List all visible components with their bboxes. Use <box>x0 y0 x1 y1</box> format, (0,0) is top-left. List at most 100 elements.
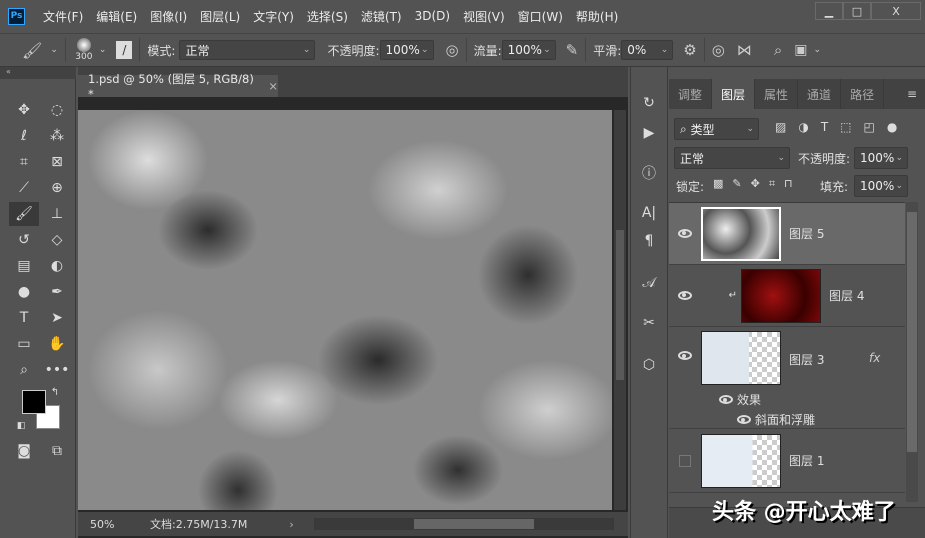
menu-help[interactable]: 帮助(H) <box>576 8 618 25</box>
3d-cube-icon[interactable]: ⬡ <box>638 354 660 376</box>
maximize-button[interactable]: □ <box>843 2 871 20</box>
dodge-tool-icon[interactable]: ● <box>13 281 35 303</box>
quick-mask-icon[interactable]: ◙ <box>13 440 35 462</box>
chevron-down-icon[interactable]: ⌄ <box>813 45 821 55</box>
document-tab[interactable]: 1.psd @ 50% (图层 5, RGB/8) * × <box>78 72 278 101</box>
frame-tool-icon[interactable]: ⊠ <box>46 151 68 173</box>
magic-wand-icon[interactable]: ⁂ <box>46 125 68 147</box>
crop-tool-icon[interactable]: ⌗ <box>13 151 35 173</box>
blur-tool-icon[interactable]: ◐ <box>46 255 68 277</box>
chevron-down-icon[interactable]: ⌄ <box>99 45 107 55</box>
shape-filter-icon[interactable]: ⬚ <box>840 120 851 134</box>
blend-mode-select[interactable]: 正常 ⌄ <box>674 147 790 169</box>
visibility-eye-icon[interactable] <box>719 395 733 404</box>
type-tool-icon[interactable]: T <box>13 307 35 329</box>
brush-tool-icon[interactable]: 🖌 <box>9 202 39 226</box>
eraser-icon[interactable]: ◇ <box>46 229 68 251</box>
layers-scrollbar[interactable] <box>906 202 918 502</box>
fx-icon[interactable]: fx <box>869 351 880 365</box>
menu-edit[interactable]: 编辑(E) <box>96 8 137 25</box>
menu-layer[interactable]: 图层(L) <box>200 8 240 25</box>
zoom-tool-icon[interactable]: ⌕ <box>13 359 35 381</box>
lock-pixels-icon[interactable]: ✎ <box>732 177 741 191</box>
search-icon[interactable]: ⌕ <box>774 41 782 59</box>
spot-healing-icon[interactable]: ⊕ <box>46 177 68 199</box>
screen-mode-icon[interactable]: ⧉ <box>46 440 68 462</box>
layer-row-5[interactable]: 图层 5 <box>669 203 905 265</box>
gradient-tool-icon[interactable]: ▤ <box>13 255 35 277</box>
lock-position-icon[interactable]: ✥ <box>751 177 760 191</box>
pressure-opacity-icon[interactable]: ◎ <box>446 41 459 59</box>
hand-tool-icon[interactable]: ✋ <box>46 333 68 355</box>
move-tool-icon[interactable]: ✥ <box>13 99 35 121</box>
pressure-size-icon[interactable]: ◎ <box>712 41 725 59</box>
lock-transparent-icon[interactable]: ▩ <box>713 177 723 191</box>
tab-channels[interactable]: 通道 <box>798 79 842 109</box>
brush-preset-picker[interactable]: 300 <box>73 38 95 62</box>
menu-view[interactable]: 视图(V) <box>463 8 505 25</box>
info-icon[interactable]: ⓘ <box>638 162 660 184</box>
vertical-scrollbar[interactable] <box>614 110 626 510</box>
visibility-eye-icon[interactable] <box>737 415 751 424</box>
tab-adjustments[interactable]: 调整 <box>669 79 713 109</box>
workspace-icon[interactable]: ▣ <box>794 42 807 58</box>
mode-select[interactable]: 正常 ⌄ <box>179 40 316 60</box>
default-colors-icon[interactable]: ◧ <box>14 419 28 433</box>
airbrush-icon[interactable]: ✎ <box>566 41 579 59</box>
menu-file[interactable]: 文件(F) <box>43 8 83 25</box>
close-button[interactable]: X <box>871 2 921 20</box>
menu-window[interactable]: 窗口(W) <box>518 8 563 25</box>
menu-image[interactable]: 图像(I) <box>150 8 187 25</box>
lock-all-icon[interactable]: ⊓ <box>784 177 793 191</box>
foreground-color-swatch[interactable] <box>22 390 46 414</box>
panel-menu-icon[interactable]: ≡ <box>907 79 925 109</box>
lasso-tool-icon[interactable]: ℓ <box>13 125 35 147</box>
layer-filter-select[interactable]: ⌕ 类型 ⌄ <box>674 118 759 140</box>
marquee-tool-icon[interactable]: ◌ <box>46 99 68 121</box>
opacity-input[interactable]: 100% ⌄ <box>379 40 434 60</box>
collapse-icon[interactable]: « <box>0 67 76 79</box>
layer-row-1[interactable]: 图层 1 <box>669 429 905 493</box>
symmetry-butterfly-icon[interactable]: ⋈ <box>737 41 752 59</box>
flow-input[interactable]: 100% ⌄ <box>501 40 556 60</box>
smart-object-filter-icon[interactable]: ◰ <box>864 120 875 134</box>
horizontal-scrollbar[interactable] <box>313 518 614 530</box>
zoom-level[interactable]: 50% <box>90 518 150 531</box>
paragraph-icon[interactable]: ¶ <box>638 230 660 252</box>
eyedropper-icon[interactable]: ⟋ <box>13 177 35 199</box>
more-tools-icon[interactable]: ••• <box>45 359 70 381</box>
character-icon[interactable]: A| <box>638 202 660 224</box>
minimize-button[interactable]: ▁ <box>815 2 843 20</box>
tab-layers[interactable]: 图层 <box>712 79 756 109</box>
menu-3d[interactable]: 3D(D) <box>415 9 450 23</box>
effect-bevel-row[interactable]: 斜面和浮雕 <box>737 411 815 428</box>
brush-panel-icon[interactable]: / <box>116 41 133 59</box>
adjustment-filter-icon[interactable]: ◑ <box>798 120 808 134</box>
canvas-clouds-layer[interactable] <box>78 110 612 510</box>
smoothing-input[interactable]: 0% ⌄ <box>621 40 674 60</box>
lock-artboard-icon[interactable]: ⌗ <box>769 177 775 191</box>
layer-row-3[interactable]: 图层 3 fx 效果 斜面和浮雕 <box>669 327 905 429</box>
history-icon[interactable]: ↻ <box>638 92 660 114</box>
history-brush-icon[interactable]: ↺ <box>13 229 35 251</box>
path-select-icon[interactable]: ➤ <box>46 307 68 329</box>
fill-input[interactable]: 100% ⌄ <box>854 175 908 197</box>
tab-paths[interactable]: 路径 <box>841 79 885 109</box>
pen-tool-icon[interactable]: ✒ <box>46 281 68 303</box>
visibility-toggle-off[interactable] <box>669 454 701 467</box>
filter-toggle-icon[interactable]: ● <box>887 120 897 134</box>
chevron-right-icon[interactable]: › <box>289 518 293 531</box>
tab-properties[interactable]: 属性 <box>755 79 799 109</box>
visibility-eye-icon[interactable] <box>669 289 701 303</box>
actions-play-icon[interactable]: ▶ <box>638 122 660 144</box>
layer-opacity-input[interactable]: 100% ⌄ <box>854 147 908 169</box>
effects-row[interactable]: 效果 <box>719 391 761 408</box>
visibility-eye-icon[interactable] <box>669 349 701 363</box>
layer-row-4[interactable]: ↵ 图层 4 <box>669 265 905 327</box>
pixel-filter-icon[interactable]: ▨ <box>775 120 786 134</box>
type-filter-icon[interactable]: T <box>821 120 828 134</box>
stamp-tool-icon[interactable]: ⊥ <box>46 203 68 225</box>
swap-colors-icon[interactable]: ↰ <box>48 385 62 399</box>
menu-select[interactable]: 选择(S) <box>307 8 348 25</box>
visibility-eye-icon[interactable] <box>669 227 701 241</box>
